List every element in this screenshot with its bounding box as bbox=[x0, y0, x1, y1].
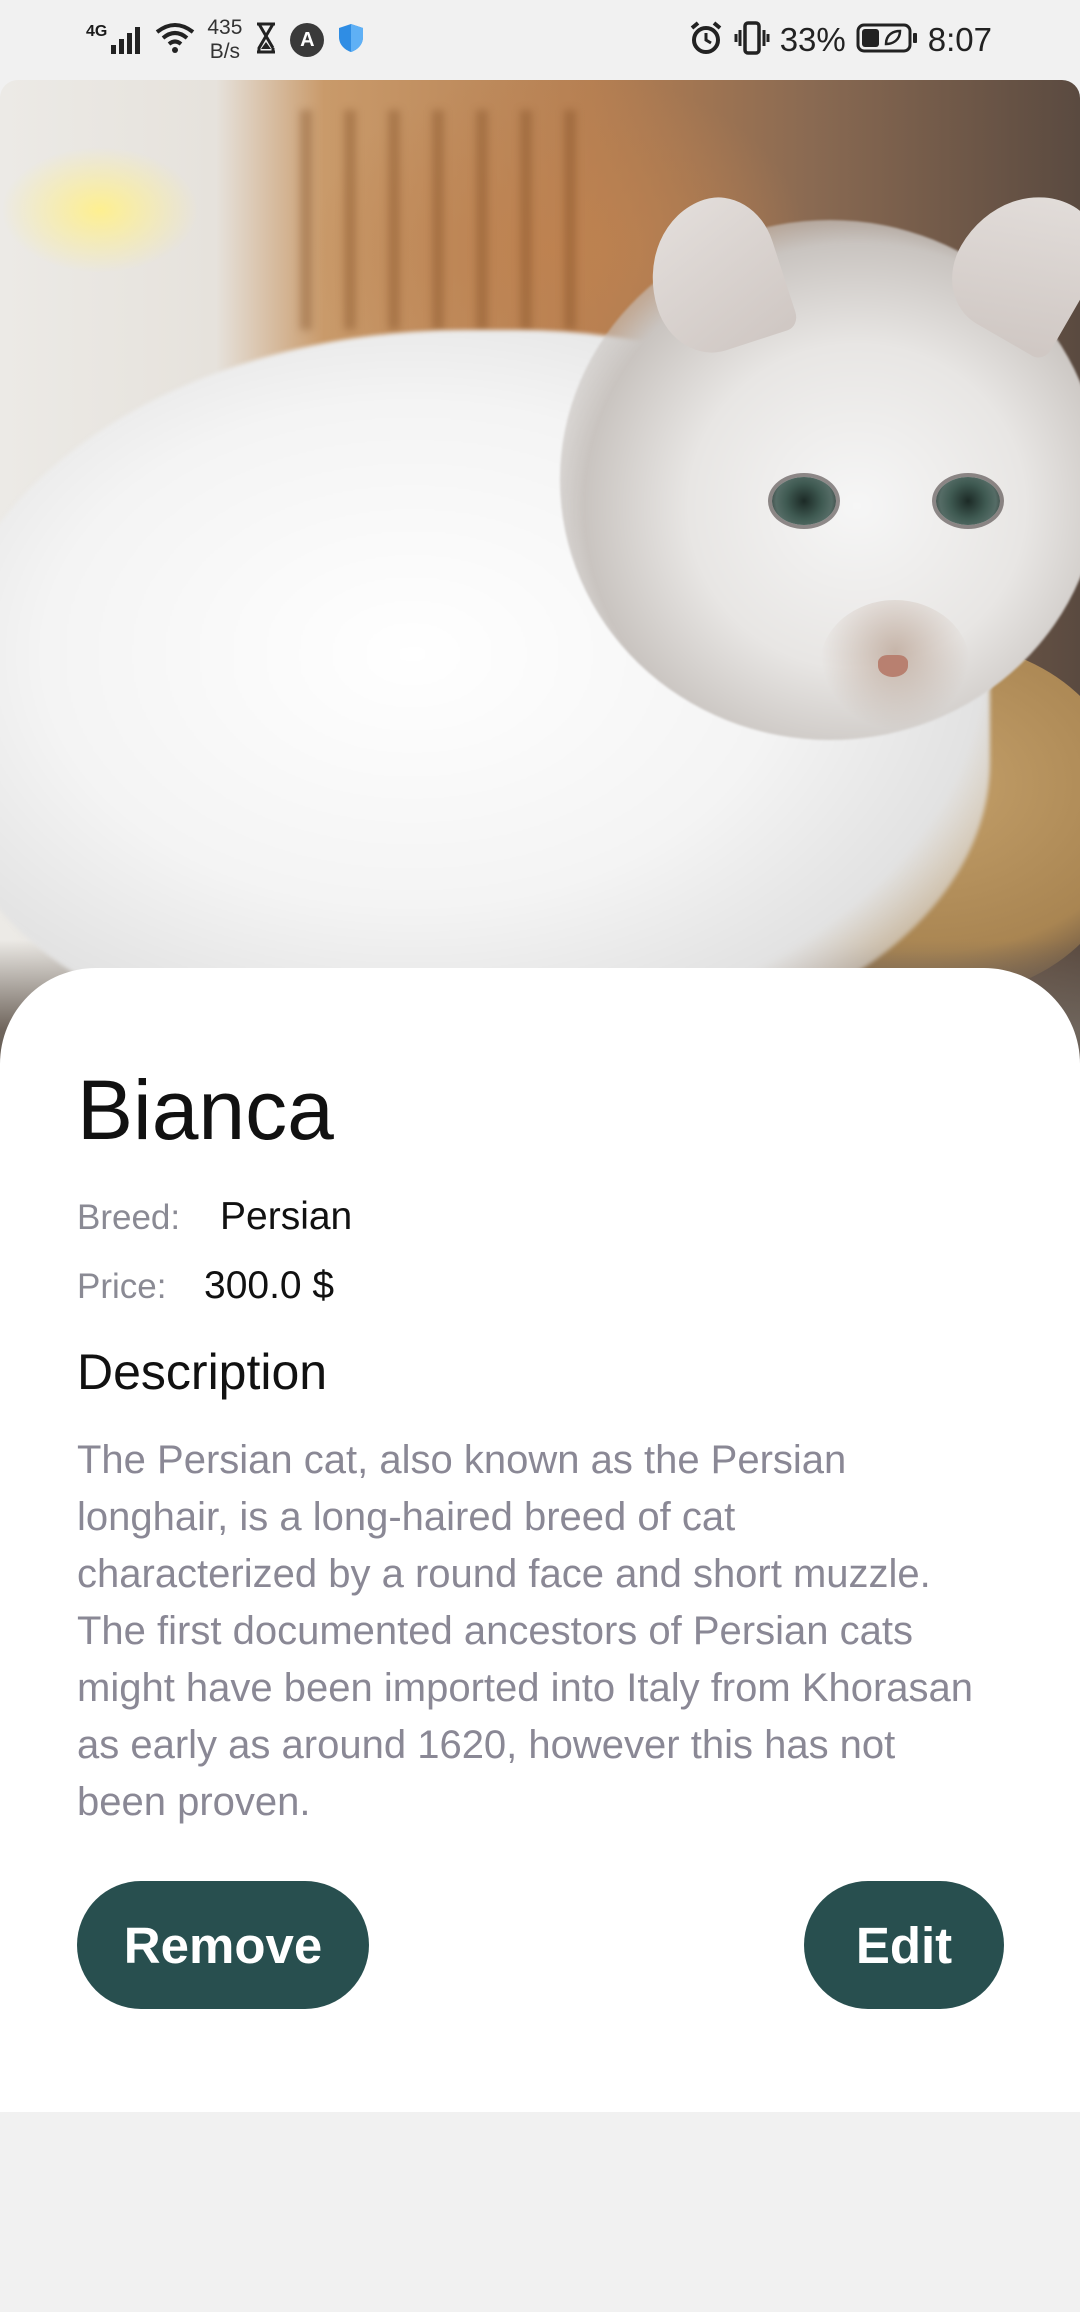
status-bar: 4G 435 B/s A 33% 8:07 bbox=[0, 0, 1080, 80]
price-label: Price: bbox=[77, 1267, 167, 1306]
alarm-icon bbox=[688, 20, 724, 61]
pet-details-screen: 4G 435 B/s A 33% 8:07 Bianca Breed: Pers… bbox=[0, 0, 1080, 2312]
cat-nose bbox=[878, 655, 908, 677]
battery-percent: 33% bbox=[779, 21, 846, 58]
speed-unit: B/s bbox=[209, 40, 241, 63]
pet-name: Bianca bbox=[77, 1063, 334, 1157]
status-bar-right: 33% 8:07 bbox=[688, 0, 992, 80]
speed-value: 435 bbox=[207, 16, 243, 39]
description-title: Description bbox=[77, 1344, 328, 1400]
wifi-icon bbox=[155, 22, 195, 59]
battery-icon bbox=[856, 22, 918, 59]
cat-eye-right bbox=[936, 477, 1000, 525]
hourglass-icon bbox=[254, 22, 278, 59]
price-value: 300.0 $ bbox=[204, 1264, 335, 1307]
edit-button[interactable]: Edit bbox=[804, 1881, 1004, 2009]
app-icon: A bbox=[290, 23, 325, 57]
network-speed: 435 B/s bbox=[207, 16, 242, 64]
remove-button[interactable]: Remove bbox=[77, 1881, 369, 2009]
breed-value: Persian bbox=[220, 1195, 353, 1238]
vibrate-icon bbox=[734, 20, 770, 60]
clock: 8:07 bbox=[927, 21, 992, 58]
cat-eye-left bbox=[772, 477, 836, 525]
signal-icon: 4G bbox=[86, 23, 143, 55]
shield-icon bbox=[336, 22, 366, 59]
status-bar-left: 4G 435 B/s A bbox=[86, 0, 366, 80]
description-text: The Persian cat, also known as the Persi… bbox=[77, 1438, 974, 1824]
network-type: 4G bbox=[86, 23, 108, 40]
breed-label: Breed: bbox=[77, 1198, 181, 1237]
photo-background-shelf bbox=[300, 110, 600, 330]
pet-photo bbox=[0, 80, 1080, 1090]
